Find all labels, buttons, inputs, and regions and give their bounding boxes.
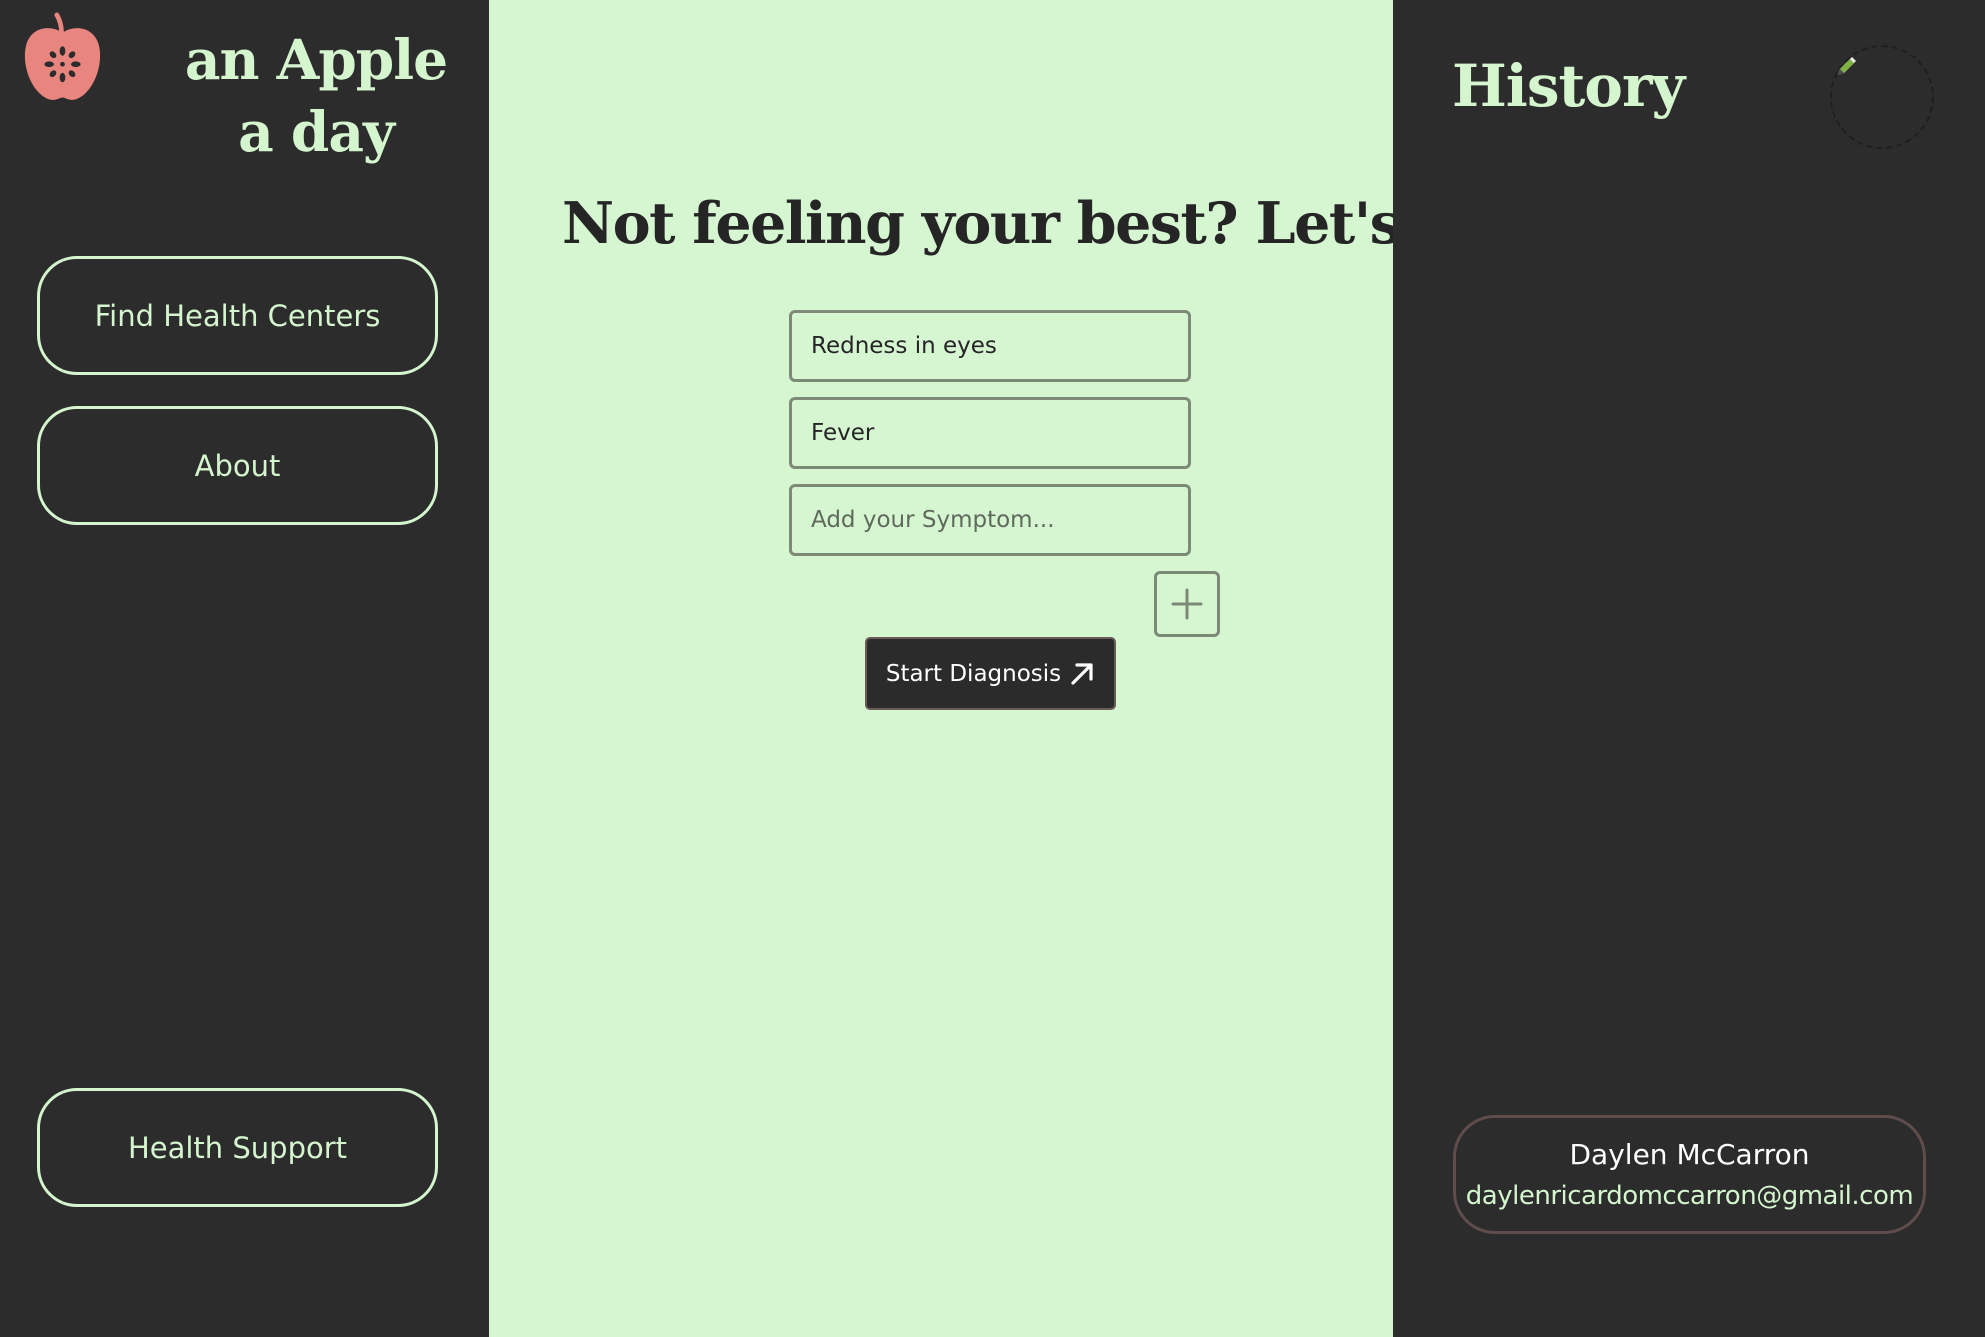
pen-icon [1838, 57, 1856, 75]
symptom-input-2[interactable] [789, 397, 1191, 469]
about-button[interactable]: About [37, 406, 438, 525]
user-name: Daylen McCarron [1569, 1138, 1810, 1171]
page-title: Not feeling your best? Let's help [562, 190, 1393, 257]
brand: an Apple a day [0, 0, 489, 170]
find-health-centers-button[interactable]: Find Health Centers [37, 256, 438, 375]
start-diagnosis-label: Start Diagnosis [885, 660, 1062, 687]
symptom-input-1[interactable] [789, 310, 1191, 382]
arrow-up-right-icon [1071, 662, 1093, 685]
main-content: Not feeling your best? Let's help Start … [489, 0, 1393, 1337]
app-root: an Apple a day Find Health Centers About… [0, 0, 1985, 1337]
app-title: an Apple a day [184, 27, 448, 164]
add-symptom-button[interactable] [1154, 571, 1220, 637]
symptom-input-3[interactable] [789, 484, 1191, 556]
user-email: daylenricardomccarron@gmail.com [1465, 1181, 1914, 1211]
plus-icon [1171, 588, 1203, 620]
history-title: History [1452, 52, 1685, 120]
sidebar: an Apple a day Find Health Centers About… [0, 0, 489, 1337]
avatar[interactable] [1830, 45, 1934, 149]
apple-icon [24, 12, 101, 100]
user-card[interactable]: Daylen McCarron daylenricardomccarron@gm… [1453, 1115, 1926, 1234]
history-panel: History Daylen McCarron daylenricardomcc… [1393, 0, 1985, 1337]
start-diagnosis-button[interactable]: Start Diagnosis [865, 637, 1116, 710]
health-support-button[interactable]: Health Support [37, 1088, 438, 1207]
